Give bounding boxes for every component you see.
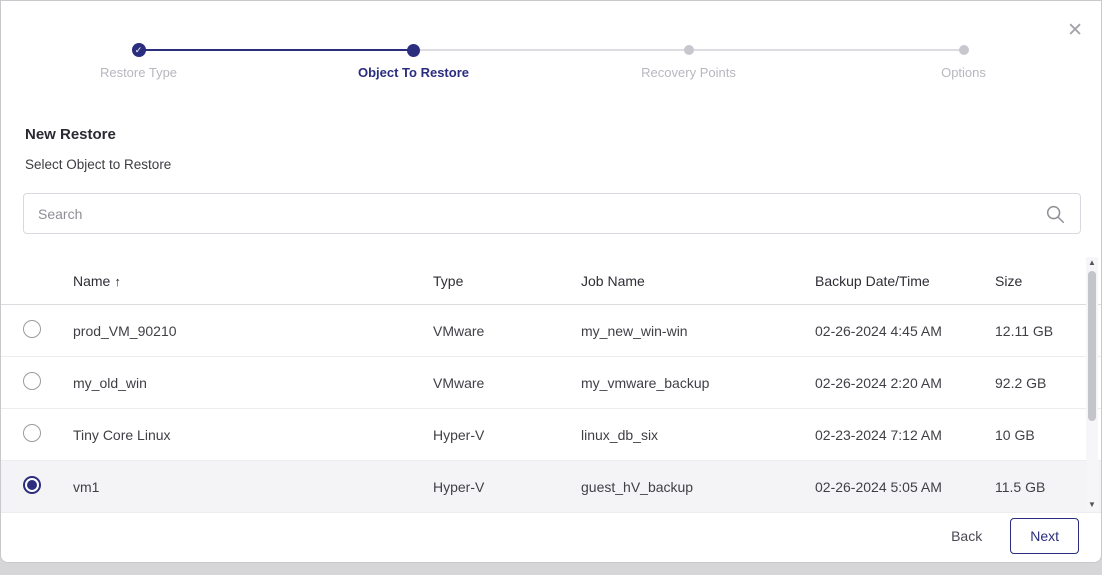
cell-name: prod_VM_90210	[73, 323, 433, 339]
column-header-type[interactable]: Type	[433, 273, 581, 289]
cell-backup-datetime: 02-26-2024 2:20 AM	[815, 375, 995, 391]
cell-type: Hyper-V	[433, 479, 581, 495]
objects-table: Name↑ Type Job Name Backup Date/Time Siz…	[1, 257, 1101, 513]
search-icon[interactable]	[1044, 203, 1066, 225]
radio-button[interactable]	[23, 372, 41, 390]
cell-job-name: guest_hV_backup	[581, 479, 815, 495]
next-button[interactable]: Next	[1010, 518, 1079, 554]
radio-button[interactable]	[23, 476, 41, 494]
table-row[interactable]: prod_VM_90210 VMware my_new_win-win 02-2…	[1, 305, 1101, 357]
column-header-backup-datetime[interactable]: Backup Date/Time	[815, 273, 995, 289]
page-subtitle: Select Object to Restore	[25, 157, 171, 172]
step-label: Restore Type	[1, 65, 276, 80]
wizard-footer: Back Next	[951, 517, 1079, 554]
table-header-row: Name↑ Type Job Name Backup Date/Time Siz…	[1, 257, 1101, 305]
cell-type: Hyper-V	[433, 427, 581, 443]
step-label: Object To Restore	[276, 65, 551, 80]
step-active-dot-icon	[407, 44, 420, 57]
new-restore-dialog: ✕ ✓ Restore Type Object To Restore Recov…	[0, 0, 1102, 563]
cell-backup-datetime: 02-26-2024 5:05 AM	[815, 479, 995, 495]
close-icon[interactable]: ✕	[1067, 21, 1083, 40]
table-row[interactable]: vm1 Hyper-V guest_hV_backup 02-26-2024 5…	[1, 461, 1101, 513]
step-pending-dot-icon	[684, 45, 694, 55]
search-box	[23, 193, 1081, 234]
step-pending-dot-icon	[959, 45, 969, 55]
cell-job-name: my_vmware_backup	[581, 375, 815, 391]
column-header-name[interactable]: Name↑	[73, 273, 433, 289]
scrollbar-thumb[interactable]	[1088, 271, 1096, 421]
cell-name: my_old_win	[73, 375, 433, 391]
cell-job-name: linux_db_six	[581, 427, 815, 443]
step-restore-type[interactable]: ✓ Restore Type	[1, 43, 276, 80]
table-row[interactable]: Tiny Core Linux Hyper-V linux_db_six 02-…	[1, 409, 1101, 461]
back-button[interactable]: Back	[951, 528, 982, 544]
step-recovery-points[interactable]: Recovery Points	[551, 43, 826, 80]
step-object-to-restore[interactable]: Object To Restore	[276, 43, 551, 80]
scrollbar[interactable]: ▲ ▼	[1086, 257, 1098, 511]
cell-name: vm1	[73, 479, 433, 495]
step-completed-check-icon: ✓	[132, 43, 146, 57]
column-header-job-name[interactable]: Job Name	[581, 273, 815, 289]
wizard-stepper: ✓ Restore Type Object To Restore Recover…	[1, 43, 1101, 80]
cell-backup-datetime: 02-26-2024 4:45 AM	[815, 323, 995, 339]
radio-button[interactable]	[23, 424, 41, 442]
cell-backup-datetime: 02-23-2024 7:12 AM	[815, 427, 995, 443]
step-label: Recovery Points	[551, 65, 826, 80]
scroll-up-icon[interactable]: ▲	[1086, 257, 1098, 269]
cell-name: Tiny Core Linux	[73, 427, 433, 443]
table-row[interactable]: my_old_win VMware my_vmware_backup 02-26…	[1, 357, 1101, 409]
search-input[interactable]	[24, 194, 1044, 233]
radio-button[interactable]	[23, 320, 41, 338]
sort-asc-icon[interactable]: ↑	[114, 274, 121, 289]
scroll-down-icon[interactable]: ▼	[1086, 499, 1098, 511]
step-label: Options	[826, 65, 1101, 80]
cell-type: VMware	[433, 323, 581, 339]
cell-type: VMware	[433, 375, 581, 391]
step-options[interactable]: Options	[826, 43, 1101, 80]
page-title: New Restore	[25, 126, 116, 143]
cell-job-name: my_new_win-win	[581, 323, 815, 339]
